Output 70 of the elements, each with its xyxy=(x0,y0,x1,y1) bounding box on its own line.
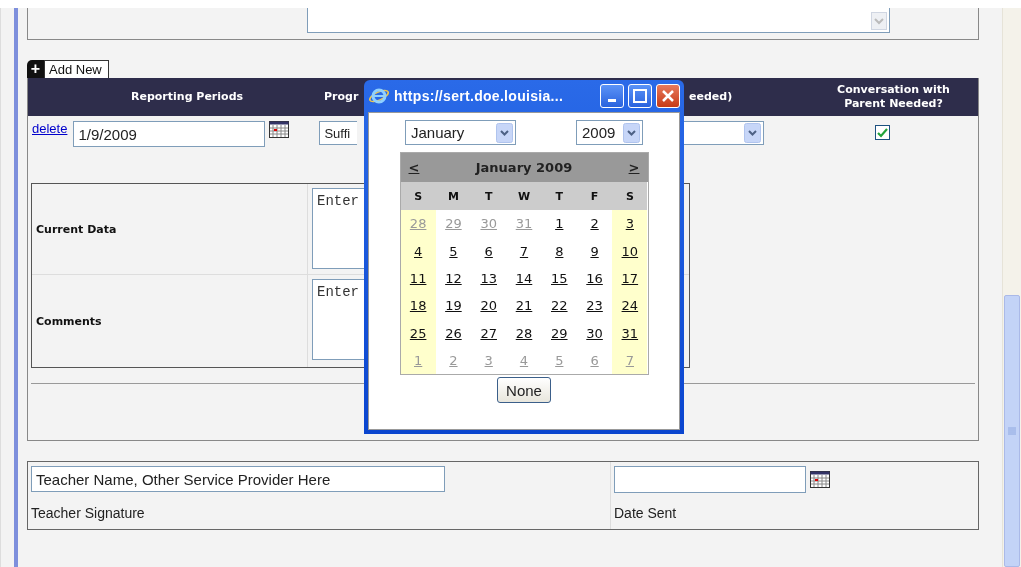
calendar-day[interactable]: 28 xyxy=(515,325,533,341)
maximize-icon xyxy=(633,89,647,103)
calendar-day[interactable]: 4 xyxy=(414,243,423,259)
calendar-day[interactable]: 16 xyxy=(586,270,603,286)
date-input[interactable]: 1/9/2009 xyxy=(73,121,266,147)
check-icon xyxy=(877,127,889,138)
column-header: Conversation with Parent Needed? xyxy=(837,83,950,110)
window-title: https://sert.doe.louisia... xyxy=(394,88,565,104)
minimize-button[interactable] xyxy=(600,84,624,108)
scrollbar[interactable] xyxy=(1002,8,1021,567)
minimize-icon xyxy=(608,98,616,102)
field-label: Current Data xyxy=(32,184,308,274)
field-label: Date Sent xyxy=(614,504,677,521)
calendar-day[interactable]: 3 xyxy=(625,216,634,232)
add-new-button[interactable]: Add New xyxy=(44,60,109,78)
none-button[interactable]: None xyxy=(497,377,551,404)
name-input[interactable]: Teacher Name, Other Service Provider Here xyxy=(31,466,445,492)
calendar-day[interactable]: 1 xyxy=(555,216,564,232)
weekday-label: S xyxy=(400,182,436,210)
calendar-day[interactable]: 23 xyxy=(586,298,603,314)
date-input[interactable] xyxy=(614,465,806,493)
weekday-label: S xyxy=(612,182,648,210)
progress-select[interactable]: Suffi xyxy=(319,121,358,145)
weekday-label: M xyxy=(435,182,472,210)
calendar-day[interactable]: 27 xyxy=(480,325,497,341)
weekday-label: W xyxy=(506,182,542,210)
scrollbar-thumb[interactable] xyxy=(1004,295,1020,567)
previous-month-link[interactable]: < xyxy=(408,160,420,175)
grip-icon xyxy=(1008,427,1016,435)
calendar-heading: January 2009 xyxy=(475,160,573,175)
calendar-day[interactable]: 8 xyxy=(555,243,564,259)
calendar-icon[interactable] xyxy=(810,470,830,488)
calendar-day[interactable]: 12 xyxy=(445,270,462,286)
field-label: Teacher Signature xyxy=(31,504,145,521)
calendar-day[interactable]: 29 xyxy=(551,325,568,341)
weekday-label: T xyxy=(471,182,507,210)
maximize-button[interactable] xyxy=(628,84,652,108)
weekday-label: F xyxy=(576,182,613,210)
calendar-day[interactable]: 19 xyxy=(445,298,462,314)
year-select[interactable]: 2009 xyxy=(576,120,643,145)
calendar-day[interactable]: 13 xyxy=(480,270,497,286)
calendar-day[interactable]: 6 xyxy=(484,243,493,259)
column-header: eeded) xyxy=(689,90,733,104)
field-label: Comments xyxy=(32,275,308,367)
column-header: Reporting Periods xyxy=(131,90,244,104)
calendar-day[interactable]: 7 xyxy=(519,243,529,259)
text-area[interactable]: Enter xyxy=(312,279,364,360)
plus-icon[interactable]: + xyxy=(27,60,44,78)
calendar-day[interactable]: 2 xyxy=(590,216,599,232)
delete-link[interactable]: delete xyxy=(32,121,68,136)
weekday-label: T xyxy=(541,182,577,210)
calendar-icon[interactable] xyxy=(269,121,290,138)
calendar-day[interactable]: 15 xyxy=(551,270,568,286)
text-area[interactable] xyxy=(307,8,890,33)
calendar-day[interactable]: 9 xyxy=(590,243,599,259)
calendar-day[interactable]: 20 xyxy=(480,298,497,314)
checkbox[interactable] xyxy=(875,125,891,140)
close-button[interactable] xyxy=(656,84,680,108)
calendar-day[interactable]: 14 xyxy=(515,270,533,286)
calendar-day[interactable]: 5 xyxy=(449,243,458,259)
calendar-day[interactable]: 30 xyxy=(586,325,603,341)
close-icon xyxy=(661,89,675,103)
calendar-day[interactable]: 26 xyxy=(445,325,462,341)
calendar-day[interactable]: 21 xyxy=(515,298,533,314)
column-header: Progr xyxy=(324,90,359,104)
text-area[interactable]: Enter xyxy=(312,188,364,269)
month-select[interactable]: January xyxy=(405,120,516,145)
calendar-day[interactable]: 22 xyxy=(551,298,568,314)
browser-icon xyxy=(368,86,390,106)
next-month-link[interactable]: > xyxy=(628,160,640,175)
